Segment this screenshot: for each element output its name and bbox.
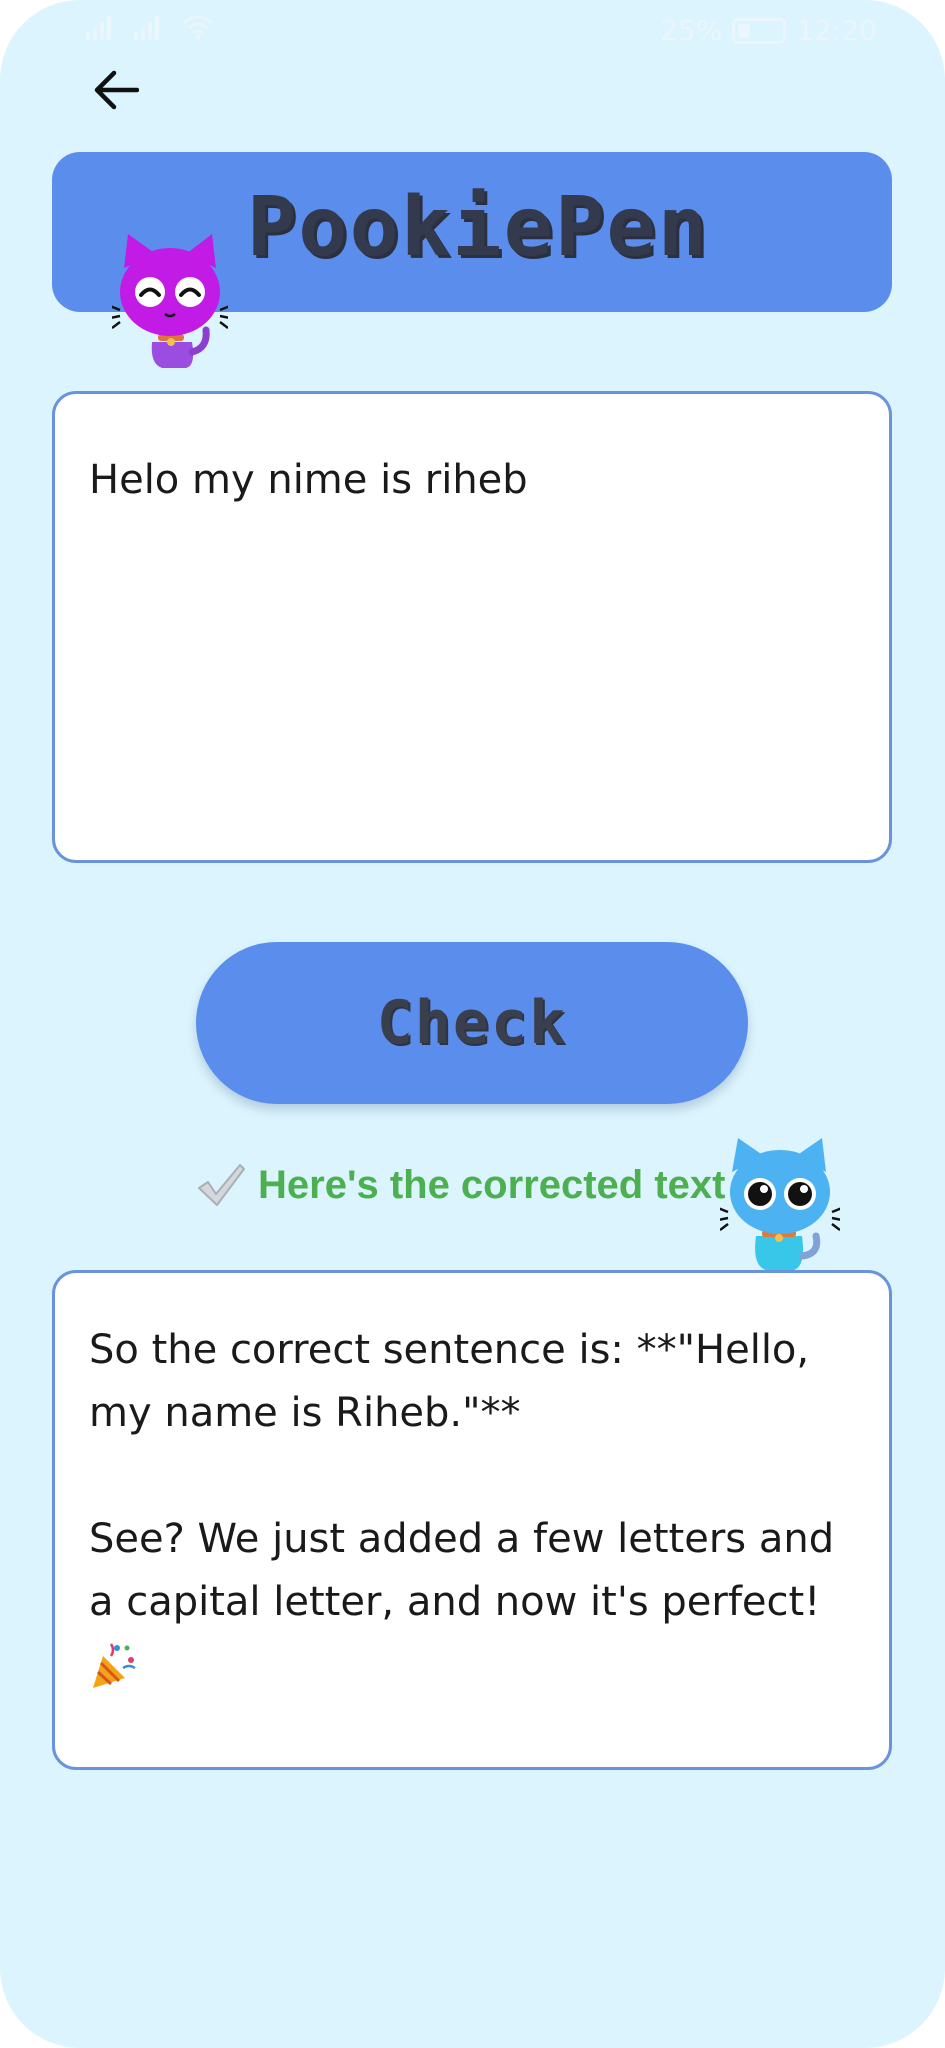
result-line-2: See? We just added a few letters and a c… [89,1516,835,1625]
status-right: 25% 12:20 [660,14,877,47]
check-button[interactable]: Check [196,942,748,1104]
blue-cat-mascot-icon [720,1138,840,1270]
party-popper-icon [93,1643,136,1688]
clock: 12:20 [796,14,877,47]
status-left [86,14,214,40]
signal-icon [86,16,111,40]
status-bar: 25% 12:20 [0,0,945,64]
result-card: So the correct sentence is: **"Hello, my… [52,1270,892,1770]
wifi-icon [183,15,213,40]
arrow-left-icon [94,70,139,110]
app-screen: 25% 12:20 PookiePen Helo my nime is rihe… [0,0,945,2048]
purple-cat-mascot-icon [112,234,228,368]
text-input-card[interactable]: Helo my nime is riheb [52,391,892,863]
battery-percent: 25% [660,14,723,47]
battery-icon [732,17,787,44]
signal-icon [134,16,159,40]
back-button[interactable] [84,58,148,122]
result-line-1: So the correct sentence is: **"Hello, my… [89,1327,810,1436]
check-button-label: Check [376,988,568,1058]
text-input[interactable]: Helo my nime is riheb [89,452,855,508]
result-body: So the correct sentence is: **"Hello, my… [89,1319,859,1697]
checkmark-icon [196,1160,246,1210]
result-header-text: Here's the corrected text [258,1162,726,1207]
result-header: Here's the corrected text [196,1160,725,1210]
